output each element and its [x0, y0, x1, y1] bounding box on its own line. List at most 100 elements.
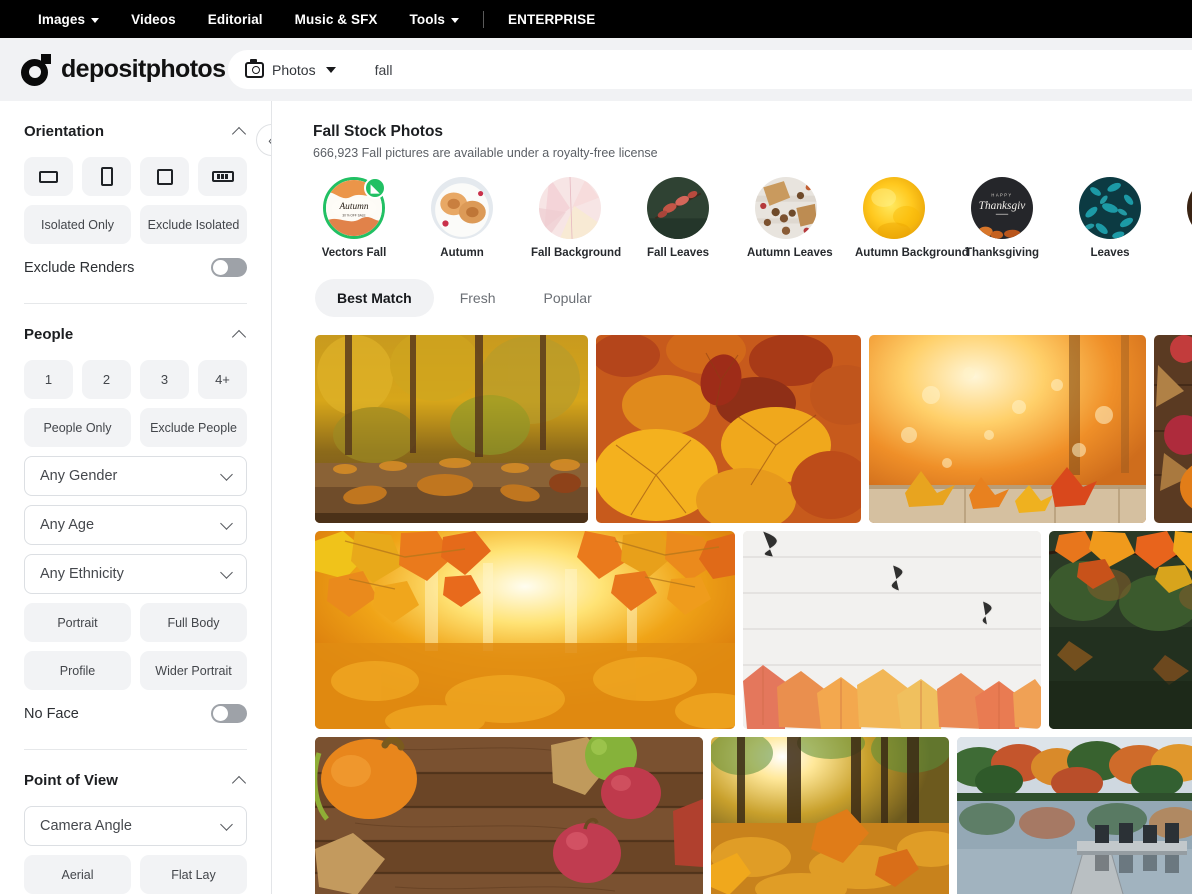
- pose-chips-row-1: Portrait Full Body: [24, 603, 247, 642]
- brand-logo[interactable]: depositphotos: [20, 53, 226, 86]
- filter-group-people-header[interactable]: People: [24, 326, 247, 344]
- vector-badge-icon: ◣: [364, 177, 386, 199]
- category-label: Fall Leaves: [646, 247, 709, 259]
- people-count-chips: 1 2 3 4+: [24, 360, 247, 399]
- ethnicity-select-value: Any Ethnicity: [40, 566, 124, 582]
- people-count-4plus-button[interactable]: 4+: [198, 360, 247, 399]
- photo-autumn-forest-table[interactable]: [315, 335, 588, 523]
- svg-text:Thanksgiv: Thanksgiv: [979, 200, 1027, 212]
- portrait-button[interactable]: Portrait: [24, 603, 131, 642]
- results-subtitle: 666,923 Fall pictures are available unde…: [313, 146, 658, 160]
- photo-white-wood-leaves-border[interactable]: [743, 531, 1041, 729]
- orientation-icon-chips: [24, 157, 247, 196]
- category-label: Autumn Leaves: [747, 247, 833, 259]
- nav-item-editorial[interactable]: Editorial: [192, 12, 279, 27]
- category-autumn-leaves[interactable]: Autumn Leaves: [747, 177, 833, 259]
- people-count-3-button[interactable]: 3: [140, 360, 189, 399]
- photo-sunlight-wooden-deck[interactable]: [869, 335, 1146, 523]
- site-header: depositphotos Photos: [0, 38, 1192, 101]
- isolated-only-button[interactable]: Isolated Only: [24, 205, 131, 244]
- photo-maple-leaves-pile[interactable]: [596, 335, 861, 523]
- tab-best-match[interactable]: Best Match: [315, 279, 434, 317]
- tab-fresh[interactable]: Fresh: [438, 279, 518, 317]
- photo-lake-dock-autumn[interactable]: [957, 737, 1192, 894]
- photo-pumpkin-apples-rustic[interactable]: [315, 737, 703, 894]
- category-thumbnail: [647, 177, 709, 239]
- chevron-up-icon[interactable]: [231, 126, 247, 141]
- orientation-panorama-button[interactable]: [198, 157, 247, 196]
- results-row: [315, 531, 1192, 729]
- camera-angle-select[interactable]: Camera Angle: [24, 806, 247, 846]
- exclude-renders-toggle[interactable]: [211, 258, 247, 277]
- aerial-button[interactable]: Aerial: [24, 855, 131, 894]
- category-thumbnail: Autumn 30 % OFF SALE ◣: [323, 177, 386, 239]
- no-face-toggle[interactable]: [211, 704, 247, 723]
- nav-item-music-sfx[interactable]: Music & SFX: [279, 12, 394, 27]
- exclude-renders-row: Exclude Renders: [24, 258, 247, 281]
- category-leaves[interactable]: Leaves: [1071, 177, 1149, 259]
- chevron-down-icon: [220, 516, 233, 530]
- search-bar: Photos: [228, 50, 1192, 89]
- category-fall-background[interactable]: Fall Background: [531, 177, 621, 259]
- panorama-icon: [211, 171, 234, 182]
- photo-yellow-leaves-sunrise[interactable]: [315, 531, 735, 729]
- orientation-square-button[interactable]: [140, 157, 189, 196]
- landscape-rectangle-icon: [39, 170, 58, 183]
- nav-item-tools[interactable]: Tools: [394, 12, 476, 27]
- exclude-people-button[interactable]: Exclude People: [140, 408, 247, 447]
- category-thumbnail: [431, 177, 493, 239]
- sidebar-collapse-button[interactable]: «: [256, 124, 271, 156]
- full-body-button[interactable]: Full Body: [140, 603, 247, 642]
- category-thumbnail: [755, 177, 817, 239]
- category-vectors-fall[interactable]: Autumn 30 % OFF SALE ◣ Vectors Fall: [315, 177, 393, 259]
- exclude-isolated-button[interactable]: Exclude Isolated: [140, 205, 247, 244]
- filter-group-orientation-header[interactable]: Orientation: [24, 123, 247, 141]
- people-count-1-button[interactable]: 1: [24, 360, 73, 399]
- flat-lay-button[interactable]: Flat Lay: [140, 855, 247, 894]
- nav-item-videos[interactable]: Videos: [115, 12, 192, 27]
- category-label: Fa: [1179, 247, 1192, 259]
- photo-sunbeam-forest-leaves[interactable]: [711, 737, 949, 894]
- orientation-landscape-button[interactable]: [24, 157, 73, 196]
- people-only-button[interactable]: People Only: [24, 408, 131, 447]
- nav-label-videos: Videos: [131, 11, 176, 27]
- wider-portrait-button[interactable]: Wider Portrait: [140, 651, 247, 690]
- category-thanksgiving[interactable]: HAPPY Thanksgiv Thanksgiving: [963, 177, 1041, 259]
- exclude-renders-label: Exclude Renders: [24, 259, 135, 276]
- category-label: Vectors Fall: [321, 247, 387, 259]
- profile-button[interactable]: Profile: [24, 651, 131, 690]
- photo-lake-reflection-maple[interactable]: [1049, 531, 1192, 729]
- category-label: Autumn Background: [855, 247, 969, 259]
- ethnicity-select[interactable]: Any Ethnicity: [24, 554, 247, 594]
- gender-select[interactable]: Any Gender: [24, 456, 247, 496]
- category-autumn-background[interactable]: Autumn Background: [855, 177, 969, 259]
- nav-item-enterprise[interactable]: ENTERPRISE: [492, 12, 611, 27]
- category-carousel: Autumn 30 % OFF SALE ◣ Vectors Fall Autu…: [313, 177, 1192, 259]
- page-body: Orientation Isolated Only Exclude Isolat…: [0, 101, 1192, 894]
- chevron-up-icon[interactable]: [231, 329, 247, 344]
- orientation-portrait-button[interactable]: [82, 157, 131, 196]
- category-autumn[interactable]: Autumn: [423, 177, 501, 259]
- pose-chips-row-2: Profile Wider Portrait: [24, 651, 247, 690]
- category-fall-partial[interactable]: Fa: [1179, 177, 1192, 259]
- isolation-chips: Isolated Only Exclude Isolated: [24, 205, 247, 244]
- nav-label-editorial: Editorial: [207, 11, 263, 27]
- filter-group-pov-header[interactable]: Point of View: [24, 772, 247, 790]
- nav-item-images[interactable]: Images: [22, 12, 115, 27]
- filter-group-title: Orientation: [24, 123, 105, 140]
- search-input[interactable]: [349, 50, 1192, 89]
- chevron-up-icon[interactable]: [231, 775, 247, 790]
- category-label: Leaves: [1090, 247, 1130, 259]
- category-thumbnail: HAPPY Thanksgiv: [971, 177, 1033, 239]
- filter-group-point-of-view: Point of View Camera Angle Aerial Flat L…: [24, 750, 247, 894]
- filter-group-people: People 1 2 3 4+ People Only Exclude Peop…: [24, 304, 247, 750]
- search-type-dropdown[interactable]: Photos: [228, 50, 350, 89]
- category-fall-leaves[interactable]: Fall Leaves: [639, 177, 717, 259]
- people-count-2-button[interactable]: 2: [82, 360, 131, 399]
- nav-label-music-sfx: Music & SFX: [294, 11, 378, 27]
- nav-label-tools: Tools: [409, 11, 446, 27]
- tab-popular[interactable]: Popular: [521, 279, 613, 317]
- age-select[interactable]: Any Age: [24, 505, 247, 545]
- photo-apples-pumpkin-wood[interactable]: [1154, 335, 1192, 523]
- no-face-label: No Face: [24, 705, 79, 722]
